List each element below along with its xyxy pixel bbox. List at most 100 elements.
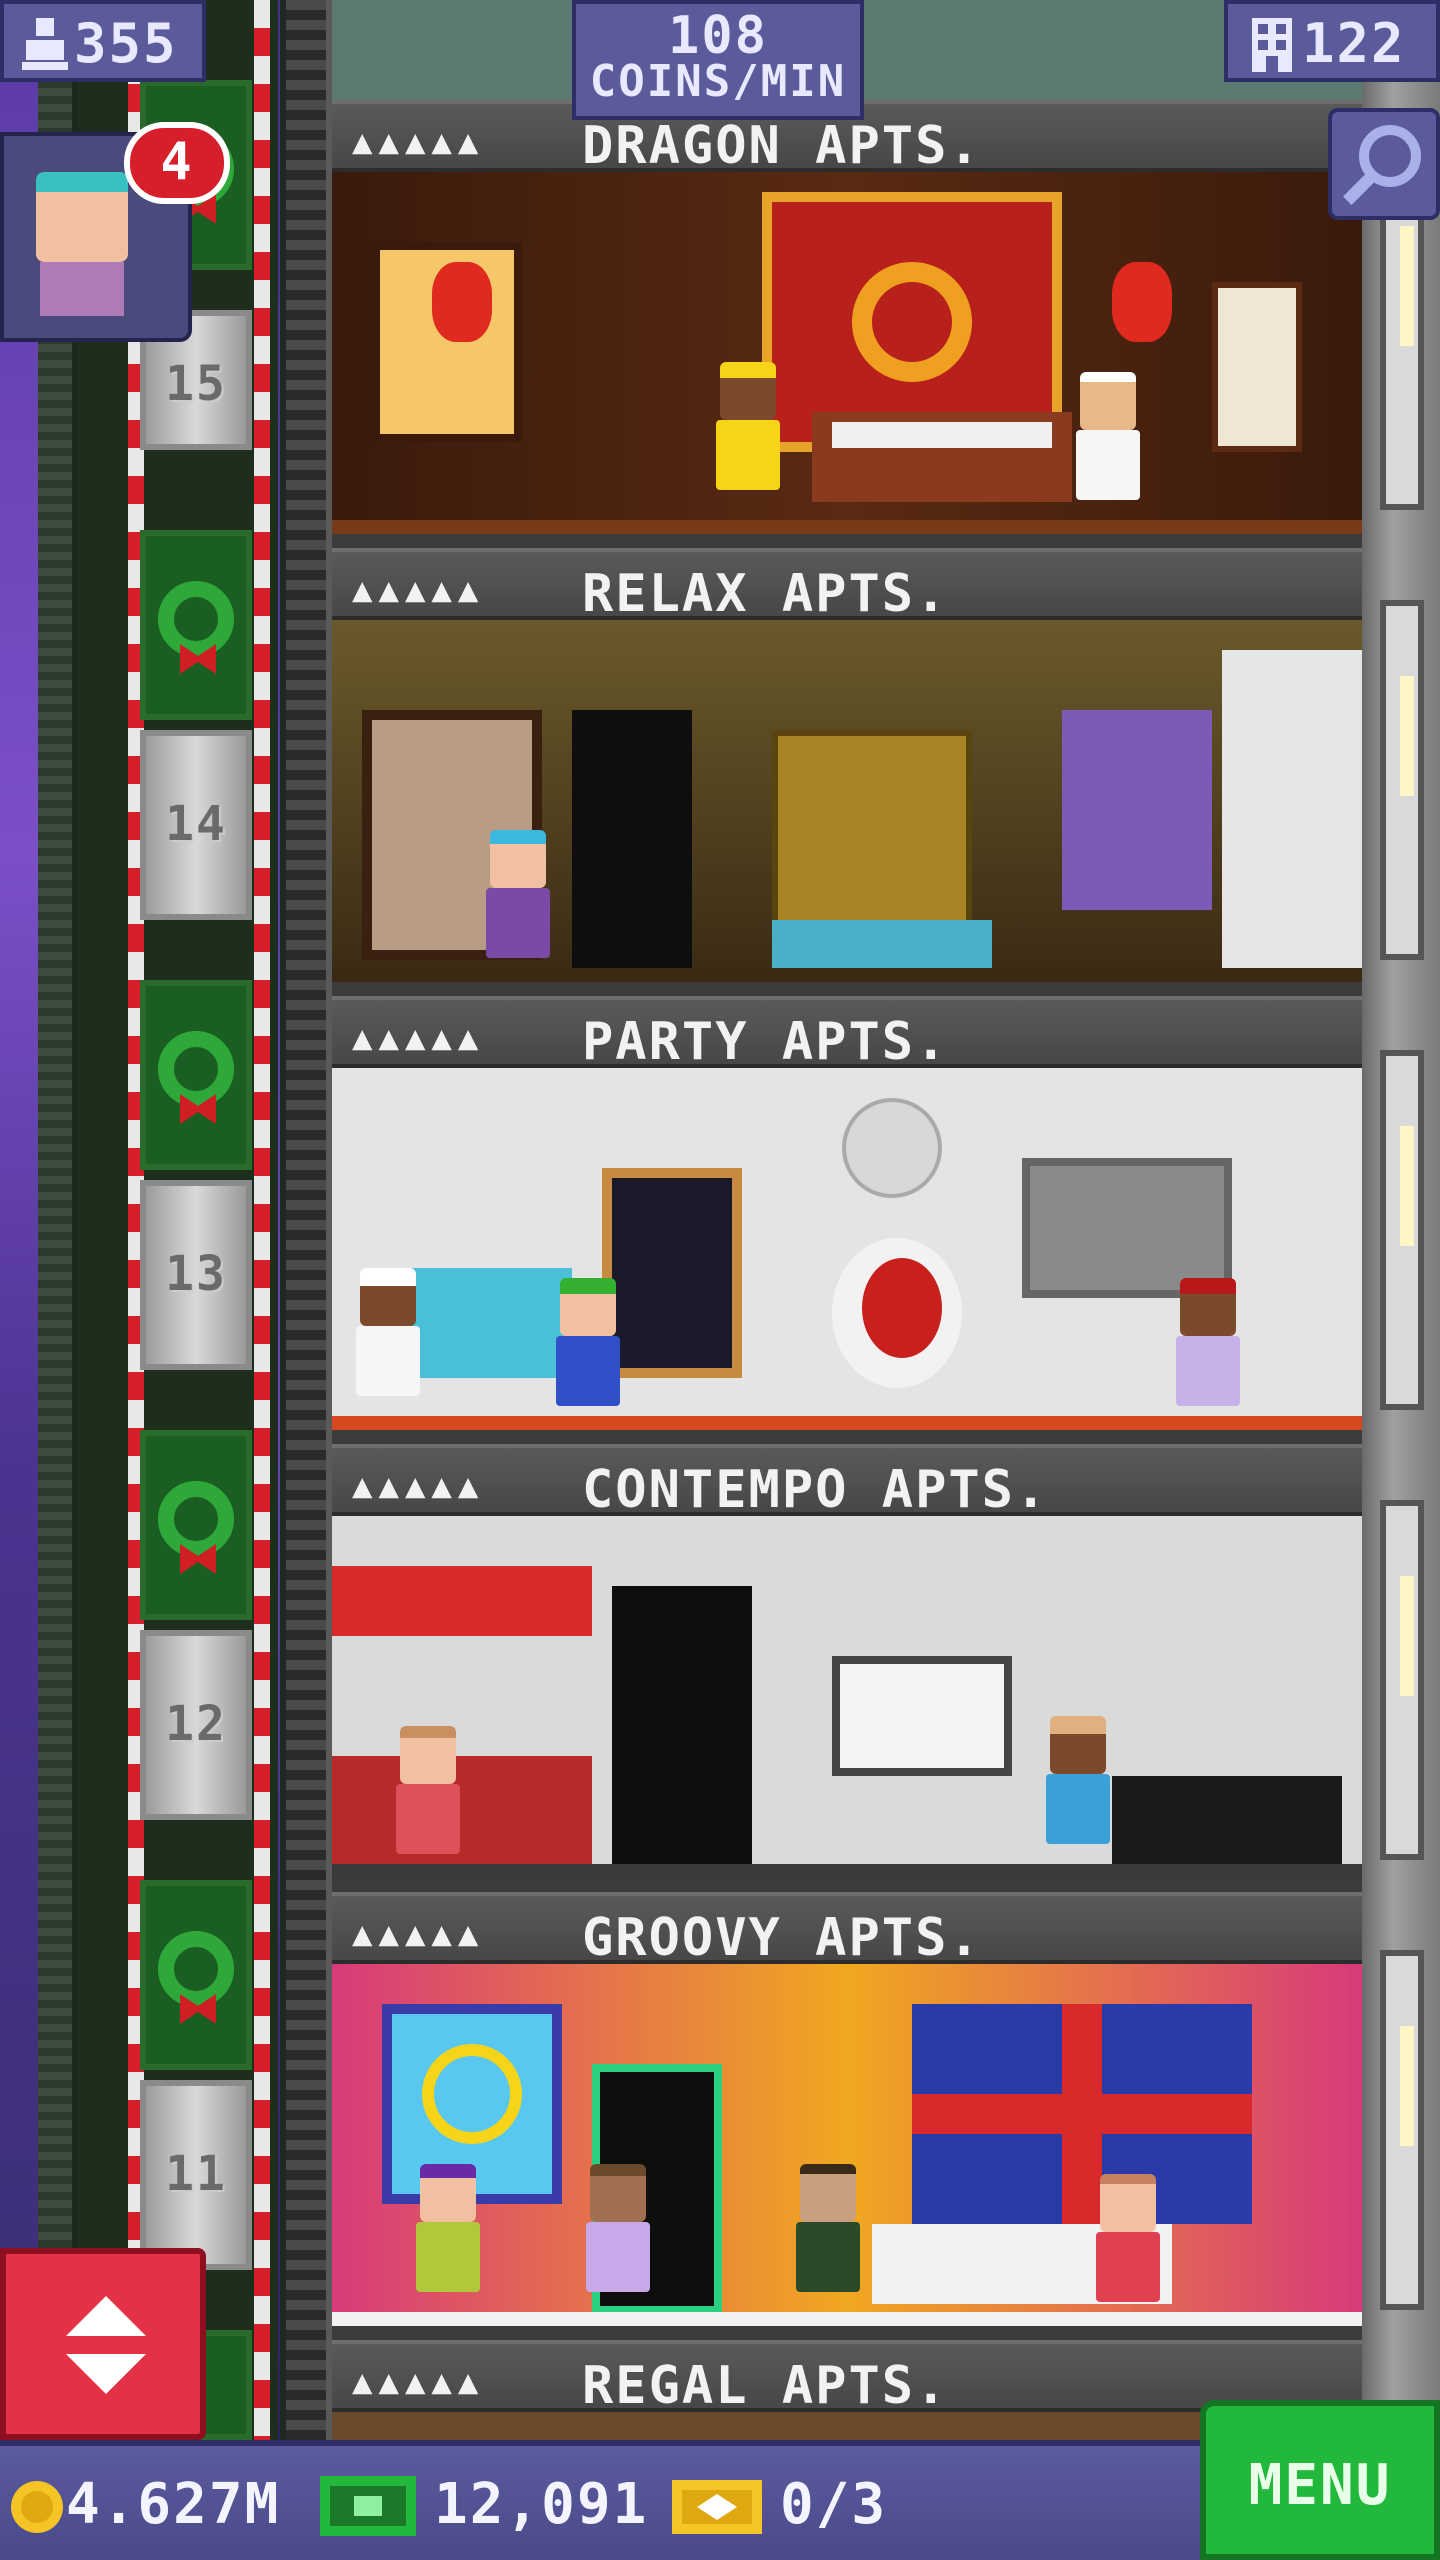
light-strip xyxy=(1400,1126,1414,1246)
shaft-floor-12[interactable]: 12 xyxy=(140,1630,252,1820)
floor-sign-party[interactable]: ▲▲▲▲▲ PARTY APTS. xyxy=(332,996,1362,1072)
shaft-wreath xyxy=(140,980,252,1170)
shaft-wreath xyxy=(140,1430,252,1620)
floor-stars: ▲▲▲▲▲ xyxy=(352,2362,485,2402)
shaft-floor-11[interactable]: 11 xyxy=(140,2080,252,2270)
room-party[interactable] xyxy=(332,1068,1362,1430)
wreath-icon xyxy=(158,1031,234,1107)
side-window xyxy=(1380,600,1424,960)
coins-value: 4.627M xyxy=(66,2472,281,2537)
resident[interactable] xyxy=(412,2164,482,2314)
side-window xyxy=(1380,1500,1424,1860)
elevator-button[interactable] xyxy=(0,2248,206,2440)
resident[interactable] xyxy=(352,1268,422,1418)
side-window xyxy=(1380,1050,1424,1410)
red-sofa xyxy=(332,1756,592,1866)
curtain xyxy=(1222,650,1362,970)
resident[interactable] xyxy=(1072,372,1142,522)
floor-name: GROOVY APTS. xyxy=(582,1908,982,1968)
shaft-wreath xyxy=(140,530,252,720)
side-window xyxy=(1380,1950,1424,2310)
room-contempo[interactable] xyxy=(332,1516,1362,1878)
floor-stars: ▲▲▲▲▲ xyxy=(352,1018,485,1058)
room-dragon[interactable] xyxy=(332,172,1362,534)
ticket-icon xyxy=(672,2480,762,2534)
tower: ▲▲▲▲▲ DRAGON APTS. ▲▲▲▲▲ RELAX APTS. ▲▲▲… xyxy=(332,0,1362,2440)
floor-count-value: 122 xyxy=(1302,12,1406,75)
population-counter[interactable]: 355 xyxy=(0,0,206,82)
light-strip xyxy=(1400,1576,1414,1696)
population-value: 355 xyxy=(74,12,178,75)
floor-stars: ▲▲▲▲▲ xyxy=(352,122,485,162)
union-jack-flag xyxy=(912,2004,1252,2224)
shaft-floor-number: 13 xyxy=(165,1246,227,1302)
doorway xyxy=(612,1586,752,1866)
shaft-wreath xyxy=(140,1880,252,2070)
floor-stars: ▲▲▲▲▲ xyxy=(352,1466,485,1506)
floor-line xyxy=(332,2312,1362,2326)
floor-counter[interactable]: 122 xyxy=(1224,0,1440,82)
light-strip xyxy=(1400,676,1414,796)
floor-stars: ▲▲▲▲▲ xyxy=(352,1914,485,1954)
building-icon xyxy=(1252,18,1292,72)
bux-value: 12,091 xyxy=(434,2472,649,2537)
search-button[interactable] xyxy=(1328,108,1440,220)
purple-window xyxy=(1062,710,1212,910)
room-groovy[interactable] xyxy=(332,1964,1362,2326)
magnifier-icon xyxy=(1343,125,1421,205)
bed xyxy=(1112,1776,1342,1876)
down-arrow-icon xyxy=(66,2354,146,2394)
shaft-floor-14[interactable]: 14 xyxy=(140,730,252,920)
resident[interactable] xyxy=(792,2164,862,2314)
person-icon xyxy=(22,18,68,70)
lantern-icon xyxy=(432,262,492,342)
resident[interactable] xyxy=(1042,1716,1112,1866)
disco-ball-icon xyxy=(842,1098,942,1198)
resident[interactable] xyxy=(712,362,782,512)
floor-name: DRAGON APTS. xyxy=(582,116,982,176)
floor-sign-relax[interactable]: ▲▲▲▲▲ RELAX APTS. xyxy=(332,548,1362,624)
wreath-icon xyxy=(158,1931,234,2007)
game-screen: 15 14 13 12 11 ▲▲▲▲▲ DRAGON APTS. ▲▲▲▲▲ … xyxy=(0,0,1440,2560)
shaft-floor-number: 12 xyxy=(165,1696,227,1752)
floor-name: RELAX APTS. xyxy=(582,564,949,624)
bux-icon xyxy=(320,2476,416,2536)
shaft-floor-number: 11 xyxy=(165,2146,227,2202)
peace-icon xyxy=(422,2044,522,2144)
resident[interactable] xyxy=(552,1278,622,1428)
shaft-floor-13[interactable]: 13 xyxy=(140,1180,252,1370)
notification-badge: 4 xyxy=(124,122,230,204)
floor-stars: ▲▲▲▲▲ xyxy=(352,570,485,610)
coins-per-minute: 108 COINS/MIN xyxy=(572,0,864,120)
wreath-icon xyxy=(158,1481,234,1557)
visitor-body xyxy=(40,262,124,316)
shaft-floor-number: 14 xyxy=(165,796,227,852)
coin-icon xyxy=(11,2481,63,2533)
room-relax[interactable] xyxy=(332,620,1362,982)
resident[interactable] xyxy=(582,2164,652,2314)
resident[interactable] xyxy=(482,830,552,980)
scroll-banner xyxy=(1212,282,1302,452)
building-rail xyxy=(280,0,332,2440)
tv-screen xyxy=(1022,1158,1232,1298)
doorway xyxy=(602,1168,742,1378)
floor-line xyxy=(332,1864,1362,1878)
floor-sign-contempo[interactable]: ▲▲▲▲▲ CONTEMPO APTS. xyxy=(332,1444,1362,1520)
resident[interactable] xyxy=(1092,2174,1162,2324)
resident[interactable] xyxy=(392,1726,462,1876)
art-frame xyxy=(832,1656,1012,1776)
resident[interactable] xyxy=(1172,1278,1242,1428)
menu-button[interactable]: MENU xyxy=(1200,2400,1440,2560)
sofa xyxy=(402,1268,572,1378)
floor-sign-groovy[interactable]: ▲▲▲▲▲ GROOVY APTS. xyxy=(332,1892,1362,1968)
doorway xyxy=(572,710,692,970)
shaft-floor-number: 15 xyxy=(165,356,227,412)
dragon-emblem xyxy=(852,262,972,382)
light-strip xyxy=(1400,2026,1414,2146)
wreath-icon xyxy=(158,581,234,657)
floor-line xyxy=(332,968,1362,982)
candy-cane-pole-right xyxy=(254,0,270,2440)
floor-name: REGAL APTS. xyxy=(582,2356,949,2416)
floor-name: PARTY APTS. xyxy=(582,1012,949,1072)
tickets-value: 0/3 xyxy=(780,2472,888,2537)
